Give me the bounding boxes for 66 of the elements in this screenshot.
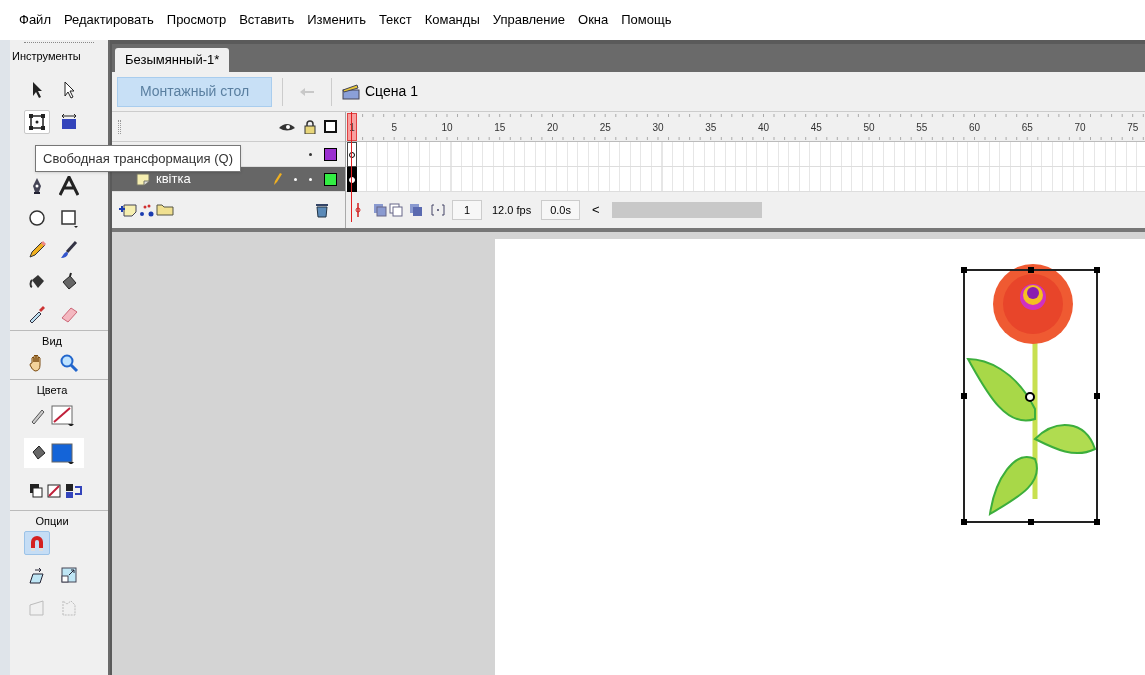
scene-label[interactable]: Сцена 1: [365, 81, 418, 102]
frame-number: 35: [705, 121, 717, 135]
frame-number: 55: [916, 121, 928, 135]
outline-icon: [324, 120, 337, 133]
document-tab[interactable]: Безымянный-1*: [115, 48, 230, 72]
gradient-icon: [59, 112, 79, 132]
scrollbar-thumb[interactable]: [611, 202, 762, 218]
menu-item[interactable]: Файл: [19, 10, 51, 30]
search-icon: [59, 353, 79, 373]
menu-item[interactable]: Изменить: [307, 10, 366, 30]
frame-number: 40: [757, 121, 769, 135]
rotate-icon: [27, 565, 47, 585]
menu-item[interactable]: Просмотр: [166, 10, 227, 30]
frame-number: 5: [391, 121, 397, 135]
layer-name: квітка: [156, 170, 191, 189]
frame-number: 65: [1021, 121, 1033, 135]
frame-number: 15: [494, 121, 506, 135]
tool-button[interactable]: [56, 174, 82, 198]
onion-skin-icons: [372, 202, 424, 218]
text-tool-icon: [59, 176, 79, 196]
transform-icon: [27, 112, 47, 132]
edit-markers-icon: [430, 202, 446, 218]
scale-icon: [59, 565, 79, 585]
section-title: Цвета: [35, 383, 69, 398]
layer-color-swatch[interactable]: [324, 147, 337, 161]
lock-icon: [304, 119, 316, 134]
fill-color-control[interactable]: [24, 438, 84, 468]
frame-number: 30: [652, 121, 664, 135]
elapsed-time[interactable]: 0.0s: [541, 200, 580, 220]
frame-number: 20: [546, 121, 558, 135]
rectangle-icon: [59, 208, 79, 228]
menu-item[interactable]: Окна: [578, 10, 609, 30]
menu-item[interactable]: Вставить: [239, 10, 295, 30]
frame-number: 45: [810, 121, 822, 135]
frame-number: 60: [968, 121, 980, 135]
tool-button[interactable]: [24, 110, 50, 134]
section-title: Опции: [34, 514, 70, 529]
panel-title: Инструменты: [11, 49, 82, 64]
menu-item[interactable]: Текст: [378, 10, 412, 30]
motion-guide-icon: [139, 203, 154, 217]
brush-icon: [59, 240, 79, 260]
trash-icon: [315, 202, 329, 218]
pencil-icon: [27, 240, 47, 260]
section-title: Вид: [41, 334, 63, 349]
menu-item[interactable]: Управление: [492, 10, 565, 30]
menu-item[interactable]: Команды: [424, 10, 480, 30]
distort-icon: [27, 597, 47, 617]
pencil-icon: [272, 172, 282, 186]
clapperboard-icon: [342, 83, 360, 100]
frame-rate[interactable]: 12.0 fps: [488, 200, 536, 220]
frame-number: 70: [1074, 121, 1086, 135]
current-frame-field[interactable]: 1: [452, 200, 482, 220]
new-layer-icon: [118, 203, 137, 217]
menu-item[interactable]: Помощь: [621, 10, 672, 30]
layer-icon: [136, 172, 150, 186]
menu-item[interactable]: Редактировать: [63, 10, 154, 30]
layer-color-swatch[interactable]: [324, 172, 337, 186]
tooltip: Свободная трансформация (Q): [35, 145, 241, 172]
eyedropper-icon: [27, 304, 47, 324]
frame-number: 50: [863, 121, 875, 135]
frame-number: 75: [1127, 121, 1139, 135]
frame-number: 10: [441, 121, 453, 135]
scroll-left-arrow[interactable]: <: [585, 200, 606, 220]
frame-number: 25: [599, 121, 611, 135]
circle-icon: [27, 208, 47, 228]
folder-icon: [156, 204, 174, 216]
